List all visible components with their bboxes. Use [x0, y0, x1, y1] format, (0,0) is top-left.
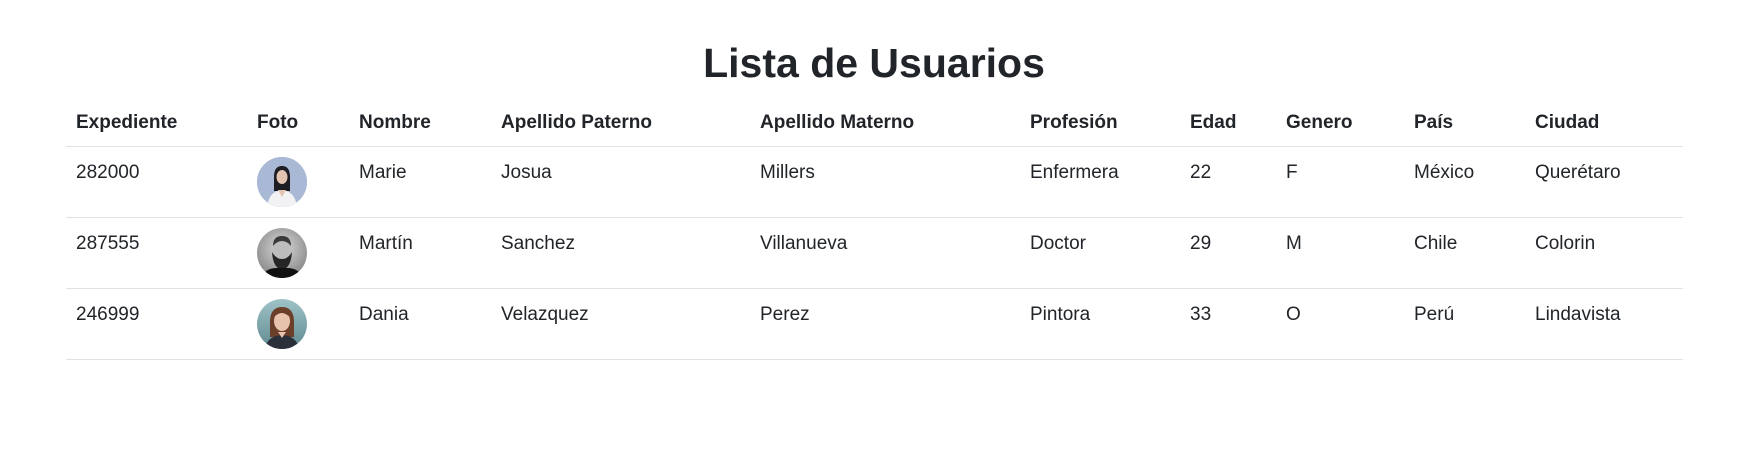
- header-apellido-materno: Apellido Materno: [750, 100, 1020, 147]
- cell-apellido-paterno: Velazquez: [491, 288, 750, 360]
- avatar: [257, 157, 307, 207]
- header-profesion: Profesión: [1020, 100, 1180, 147]
- cell-pais: Chile: [1404, 217, 1525, 289]
- cell-genero: F: [1276, 146, 1404, 218]
- apellido-paterno-value: Sanchez: [501, 233, 575, 254]
- cell-ciudad: Lindavista: [1525, 288, 1683, 360]
- cell-apellido-paterno: Sanchez: [491, 217, 750, 289]
- pais-value: Chile: [1414, 233, 1458, 254]
- profesion-value: Enfermera: [1030, 162, 1119, 183]
- header-expediente: Expediente: [66, 100, 247, 147]
- apellido-paterno-value: Josua: [501, 162, 552, 183]
- pais-value: México: [1414, 162, 1475, 183]
- expediente-value: 282000: [76, 162, 140, 183]
- cell-profesion: Enfermera: [1020, 146, 1180, 218]
- cell-edad: 33: [1180, 288, 1276, 360]
- table-header-row: Expediente Foto Nombre Apellido Paterno …: [66, 100, 1683, 147]
- edad-value: 22: [1190, 162, 1212, 183]
- ciudad-value: Lindavista: [1535, 304, 1621, 325]
- profesion-value: Pintora: [1030, 304, 1091, 325]
- cell-edad: 29: [1180, 217, 1276, 289]
- cell-profesion: Doctor: [1020, 217, 1180, 289]
- genero-value: F: [1286, 162, 1298, 183]
- header-ciudad: Ciudad: [1525, 100, 1683, 147]
- genero-value: O: [1286, 304, 1301, 325]
- pais-value: Perú: [1414, 304, 1455, 325]
- page: Lista de Usuarios Expediente Foto Nombre…: [0, 0, 1748, 461]
- cell-foto: [247, 217, 349, 289]
- nombre-value: Dania: [359, 304, 409, 325]
- cell-pais: México: [1404, 146, 1525, 218]
- cell-apellido-paterno: Josua: [491, 146, 750, 218]
- cell-nombre: Martín: [349, 217, 491, 289]
- cell-genero: O: [1276, 288, 1404, 360]
- apellido-paterno-value: Velazquez: [501, 304, 589, 325]
- header-pais: País: [1404, 100, 1525, 147]
- page-title: Lista de Usuarios: [703, 40, 1045, 86]
- cell-expediente: 287555: [66, 217, 247, 289]
- ciudad-value: Colorin: [1535, 233, 1596, 254]
- cell-ciudad: Colorin: [1525, 217, 1683, 289]
- apellido-materno-value: Villanueva: [760, 233, 848, 254]
- edad-value: 33: [1190, 304, 1212, 325]
- cell-nombre: Marie: [349, 146, 491, 218]
- genero-value: M: [1286, 233, 1302, 254]
- cell-apellido-materno: Villanueva: [750, 217, 1020, 289]
- edad-value: 29: [1190, 233, 1212, 254]
- ciudad-value: Querétaro: [1535, 162, 1621, 183]
- profesion-value: Doctor: [1030, 233, 1086, 254]
- cell-expediente: 282000: [66, 146, 247, 218]
- cell-nombre: Dania: [349, 288, 491, 360]
- cell-expediente: 246999: [66, 288, 247, 360]
- cell-apellido-materno: Perez: [750, 288, 1020, 360]
- header-edad: Edad: [1180, 100, 1276, 147]
- cell-edad: 22: [1180, 146, 1276, 218]
- expediente-value: 246999: [76, 304, 140, 325]
- users-table: Expediente Foto Nombre Apellido Paterno …: [66, 100, 1683, 360]
- expediente-value: 287555: [76, 233, 140, 254]
- apellido-materno-value: Perez: [760, 304, 810, 325]
- table-row: 287555 Martín Sanchez Villanueva Doctor …: [66, 217, 1683, 289]
- nombre-value: Martín: [359, 233, 413, 254]
- table-row: 246999 Dania Velazquez Perez Pintora 33 …: [66, 288, 1683, 360]
- header-nombre: Nombre: [349, 100, 491, 147]
- avatar: [257, 228, 307, 278]
- apellido-materno-value: Millers: [760, 162, 815, 183]
- header-apellido-paterno: Apellido Paterno: [491, 100, 750, 147]
- cell-foto: [247, 146, 349, 218]
- avatar: [257, 299, 307, 349]
- header-foto: Foto: [247, 100, 349, 147]
- cell-foto: [247, 288, 349, 360]
- cell-profesion: Pintora: [1020, 288, 1180, 360]
- cell-ciudad: Querétaro: [1525, 146, 1683, 218]
- header-genero: Genero: [1276, 100, 1404, 147]
- cell-genero: M: [1276, 217, 1404, 289]
- nombre-value: Marie: [359, 162, 407, 183]
- table-row: 282000 Marie Josua Millers Enfermera 22 …: [66, 146, 1683, 218]
- cell-apellido-materno: Millers: [750, 146, 1020, 218]
- cell-pais: Perú: [1404, 288, 1525, 360]
